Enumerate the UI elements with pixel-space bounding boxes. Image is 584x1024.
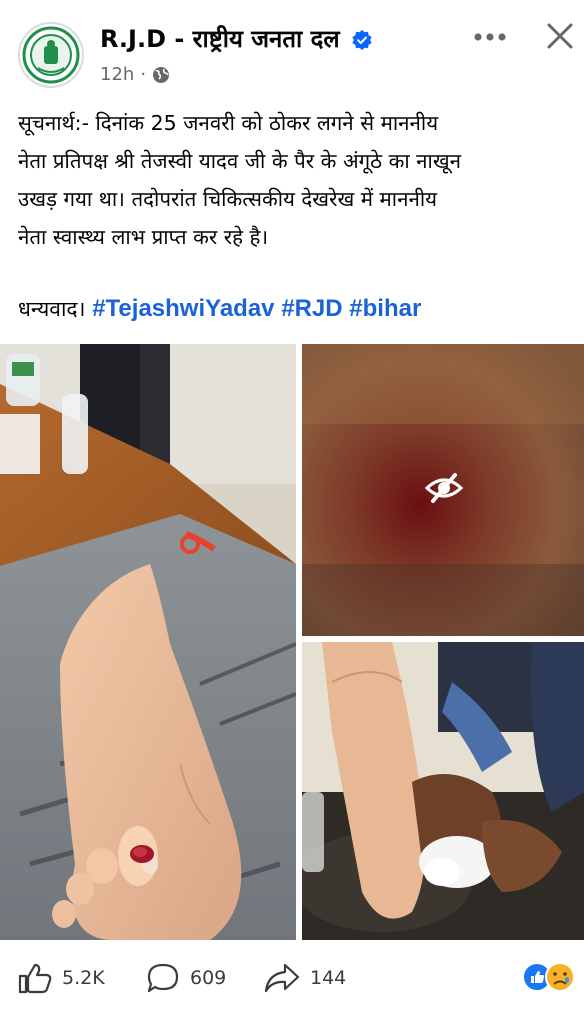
- post-meta: 12h ·: [100, 64, 170, 85]
- share-arrow-icon: [264, 963, 300, 993]
- more-dots-icon: [474, 33, 506, 41]
- reaction-summary[interactable]: [522, 960, 582, 994]
- photo-grid: [0, 344, 584, 940]
- meta-separator: ·: [140, 64, 147, 85]
- verified-badge-icon: [352, 30, 372, 50]
- show-photo-button[interactable]: [424, 468, 464, 508]
- action-bar: 5.2K 609 144: [0, 940, 584, 1024]
- share-count: 144: [310, 967, 347, 989]
- photo-sensitive-blurred[interactable]: [302, 344, 584, 636]
- hashtag-tejashwiyadav[interactable]: #TejashwiYadav: [92, 295, 274, 322]
- like-button[interactable]: 5.2K: [18, 962, 105, 994]
- page-name[interactable]: R.J.D - राष्ट्रीय जनता दल: [100, 22, 372, 55]
- reactions-icon: [522, 962, 575, 992]
- comment-bubble-icon: [147, 963, 179, 993]
- share-button[interactable]: 144: [264, 962, 346, 994]
- hashtag-bihar[interactable]: #bihar: [349, 295, 421, 322]
- hashtag-rjd[interactable]: #RJD: [281, 295, 342, 322]
- thanks-text: धन्यवाद।: [18, 297, 86, 321]
- photo-injured-foot[interactable]: [0, 344, 296, 940]
- globe-icon: [153, 66, 170, 83]
- foot-photo-image: [0, 344, 296, 940]
- close-button[interactable]: [540, 16, 580, 56]
- page-name-text[interactable]: R.J.D - राष्ट्रीय जनता दल: [100, 25, 340, 53]
- post-body: सूचनार्थ:- दिनांक 25 जनवरी को ठोकर लगने …: [18, 111, 461, 249]
- thumbs-up-icon: [18, 963, 52, 994]
- like-count: 5.2K: [62, 967, 105, 989]
- comment-button[interactable]: 609: [146, 962, 226, 994]
- eye-slash-icon: [424, 473, 464, 503]
- page-avatar[interactable]: [18, 22, 84, 88]
- bandage-photo-image: [302, 642, 584, 940]
- photo-bandaging[interactable]: [302, 642, 584, 940]
- rjd-logo-icon: [22, 26, 80, 84]
- more-options-button[interactable]: [470, 20, 510, 54]
- post-header: R.J.D - राष्ट्रीय जनता दल 12h ·: [0, 0, 584, 100]
- comment-count: 609: [190, 967, 227, 989]
- close-icon: [547, 23, 573, 49]
- post-footer-line: धन्यवाद। #TejashwiYadav #RJD #bihar: [18, 290, 421, 328]
- post-time[interactable]: 12h: [100, 64, 134, 85]
